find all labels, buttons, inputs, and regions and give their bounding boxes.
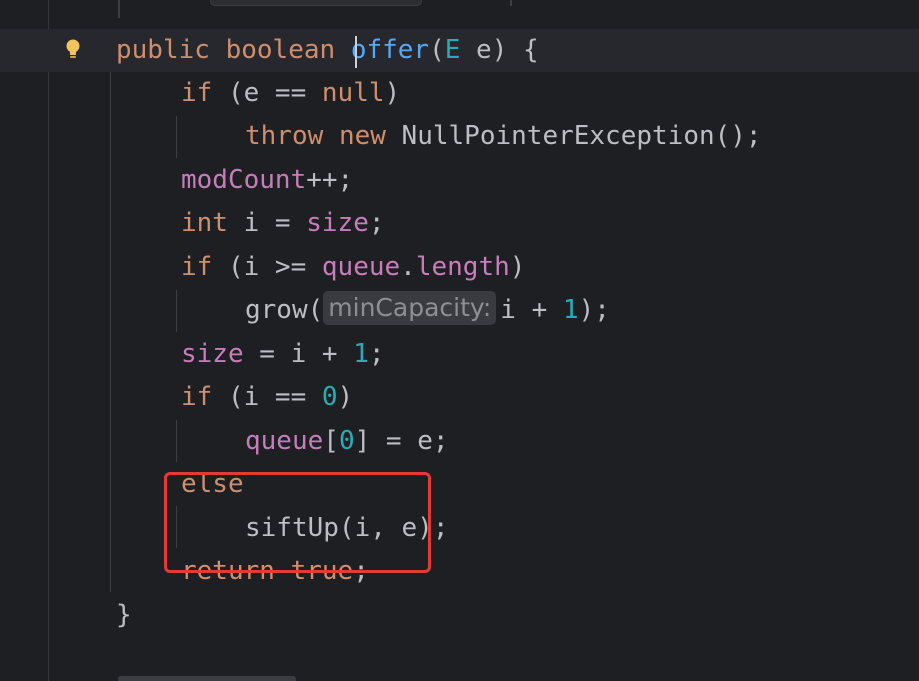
- code-line[interactable]: if (e == null): [181, 72, 400, 115]
- scroll-artifact: [118, 0, 120, 18]
- keyword: null: [321, 78, 385, 108]
- code-line[interactable]: public boolean offer(E e) {: [116, 29, 539, 72]
- code-text: (e ==: [212, 78, 322, 108]
- keyword: public: [116, 35, 210, 65]
- keyword: throw: [245, 121, 324, 151]
- code-text: ++;: [306, 165, 354, 195]
- keyword: if: [181, 252, 213, 282]
- bottom-panel-edge: [118, 676, 296, 681]
- number-literal: 1: [353, 339, 369, 369]
- indent-guide: [110, 72, 111, 592]
- gutter-divider: [48, 0, 49, 681]
- code-line[interactable]: modCount++;: [181, 159, 353, 202]
- code-line[interactable]: int i = size;: [181, 202, 385, 245]
- code-text: ;: [368, 339, 385, 369]
- parameter-hint: minCapacity:: [323, 291, 497, 325]
- code-text: .: [400, 252, 416, 282]
- field: queue: [321, 252, 401, 282]
- indent-guide: [176, 116, 177, 158]
- text-caret: [355, 36, 357, 68]
- code-line[interactable]: if (i >= queue.length): [181, 246, 525, 289]
- code-text: (i ==: [212, 382, 322, 412]
- code-text: (i >=: [212, 252, 322, 282]
- keyword: boolean: [225, 35, 336, 65]
- code-line[interactable]: queue[0] = e;: [245, 420, 449, 463]
- field: length: [415, 252, 510, 282]
- keyword: if: [181, 78, 213, 108]
- code-editor[interactable]: public boolean offer(E e) { if (e == nul…: [0, 0, 919, 681]
- method-name: offer: [350, 35, 430, 65]
- code-text: );: [578, 295, 610, 325]
- code-text: ] = e;: [354, 426, 449, 456]
- type-parameter: E: [444, 35, 461, 65]
- code-line[interactable]: size = i + 1;: [181, 333, 385, 376]
- field: modCount: [181, 165, 307, 195]
- keyword: int: [181, 208, 228, 238]
- code-line[interactable]: if (i == 0): [181, 376, 353, 419]
- code-text: i +: [500, 295, 563, 325]
- code-text: grow(: [245, 295, 324, 325]
- number-literal: 0: [338, 426, 355, 456]
- code-text: ;: [368, 208, 385, 238]
- code-text: (: [429, 35, 445, 65]
- scroll-artifact: [510, 0, 512, 6]
- code-text: i =: [227, 208, 307, 238]
- field: queue: [245, 426, 324, 456]
- code-text: ): [337, 382, 354, 412]
- inlay-hint-fragment: [210, 0, 422, 6]
- indent-guide: [176, 290, 177, 332]
- code-text: }: [116, 600, 132, 630]
- code-line[interactable]: throw new NullPointerException();: [245, 115, 762, 158]
- code-text: ): [384, 78, 401, 108]
- lightbulb-icon[interactable]: [64, 38, 82, 60]
- annotation-highlight-box: [164, 472, 431, 573]
- number-literal: 1: [562, 295, 579, 325]
- keyword: new: [338, 121, 386, 151]
- code-text: = i +: [243, 339, 354, 369]
- code-text: ): [509, 252, 526, 282]
- field: size: [306, 208, 369, 238]
- indent-guide: [176, 420, 177, 462]
- field: size: [181, 339, 244, 369]
- keyword: if: [181, 382, 213, 412]
- code-line[interactable]: }: [116, 594, 132, 637]
- code-text: [: [323, 426, 339, 456]
- code-text: e) {: [460, 35, 539, 65]
- code-line[interactable]: grow(minCapacity: i + 1);: [245, 289, 610, 332]
- number-literal: 0: [321, 382, 338, 412]
- code-text: NullPointerException();: [385, 121, 762, 151]
